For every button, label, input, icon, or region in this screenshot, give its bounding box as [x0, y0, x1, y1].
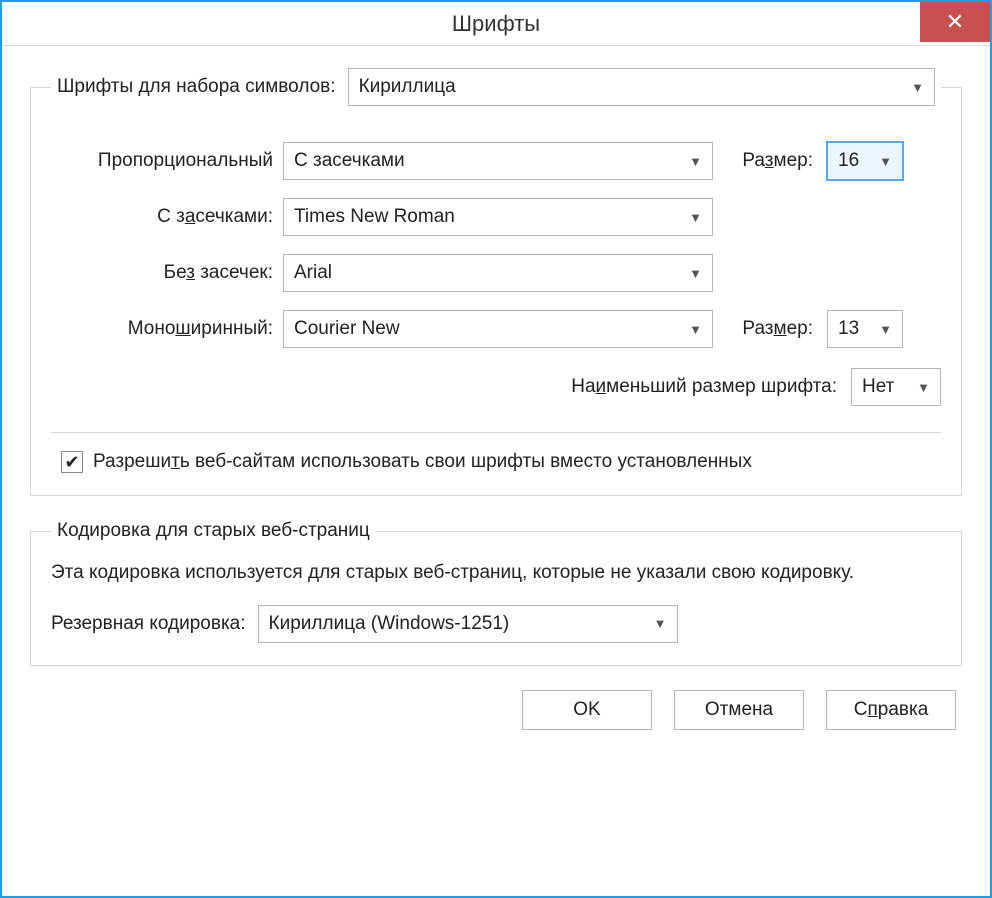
chevron-down-icon: ▼ — [879, 322, 892, 337]
fonts-group: Шрифты для набора символов: Кириллица ▼ … — [30, 68, 962, 496]
close-button[interactable]: ✕ — [920, 2, 990, 42]
encoding-description: Эта кодировка используется для старых ве… — [51, 560, 941, 587]
dialog-content: Шрифты для набора символов: Кириллица ▼ … — [2, 46, 990, 748]
proportional-value: С засечками — [294, 150, 405, 172]
mono-size-label: Размер: — [733, 318, 813, 340]
help-button[interactable]: Справка — [826, 690, 956, 730]
chevron-down-icon: ▼ — [911, 80, 924, 95]
charset-label: Шрифты для набора символов: — [57, 76, 336, 98]
allow-sites-label: Разрешить веб-сайтам использовать свои ш… — [93, 451, 752, 473]
titlebar: Шрифты ✕ — [2, 2, 990, 46]
proportional-label: Пропорциональный — [51, 150, 283, 172]
chevron-down-icon: ▼ — [917, 380, 930, 395]
chevron-down-icon: ▼ — [689, 154, 702, 169]
dialog-buttons: OK Отмена Справка — [30, 690, 962, 730]
sans-select[interactable]: Arial ▼ — [283, 254, 713, 292]
fonts-dialog: Шрифты ✕ Шрифты для набора символов: Кир… — [0, 0, 992, 898]
min-size-select[interactable]: Нет ▼ — [851, 368, 941, 406]
chevron-down-icon: ▼ — [879, 154, 892, 169]
charset-value: Кириллица — [359, 76, 456, 98]
proportional-size-select[interactable]: 16 ▼ — [827, 142, 903, 180]
sans-label: Без засечек: — [51, 262, 283, 284]
allow-sites-checkbox[interactable]: ✔ — [61, 451, 83, 473]
encoding-group-title: Кодировка для старых веб-страниц — [51, 520, 376, 542]
proportional-size-value: 16 — [838, 150, 859, 172]
min-size-label: Наименьший размер шрифта: — [571, 376, 837, 398]
chevron-down-icon: ▼ — [689, 210, 702, 225]
divider — [51, 432, 941, 433]
mono-value: Courier New — [294, 318, 400, 340]
cancel-button[interactable]: Отмена — [674, 690, 804, 730]
sans-value: Arial — [294, 262, 332, 284]
chevron-down-icon: ▼ — [654, 616, 667, 631]
fallback-encoding-value: Кириллица (Windows-1251) — [269, 613, 510, 635]
fallback-encoding-label: Резервная кодировка: — [51, 613, 246, 635]
close-icon: ✕ — [946, 9, 964, 35]
proportional-size-label: Размер: — [733, 150, 813, 172]
mono-label: Моноширинный: — [51, 318, 283, 340]
mono-size-value: 13 — [838, 318, 859, 340]
chevron-down-icon: ▼ — [689, 322, 702, 337]
proportional-select[interactable]: С засечками ▼ — [283, 142, 713, 180]
encoding-group: Кодировка для старых веб-страниц Эта код… — [30, 520, 962, 666]
serif-label: С засечками: — [51, 206, 283, 228]
serif-select[interactable]: Times New Roman ▼ — [283, 198, 713, 236]
mono-size-select[interactable]: 13 ▼ — [827, 310, 903, 348]
min-size-value: Нет — [862, 376, 894, 398]
fallback-encoding-select[interactable]: Кириллица (Windows-1251) ▼ — [258, 605, 678, 643]
mono-select[interactable]: Courier New ▼ — [283, 310, 713, 348]
check-icon: ✔ — [64, 452, 79, 473]
ok-button[interactable]: OK — [522, 690, 652, 730]
chevron-down-icon: ▼ — [689, 266, 702, 281]
window-title: Шрифты — [452, 11, 540, 37]
serif-value: Times New Roman — [294, 206, 455, 228]
charset-select[interactable]: Кириллица ▼ — [348, 68, 935, 106]
